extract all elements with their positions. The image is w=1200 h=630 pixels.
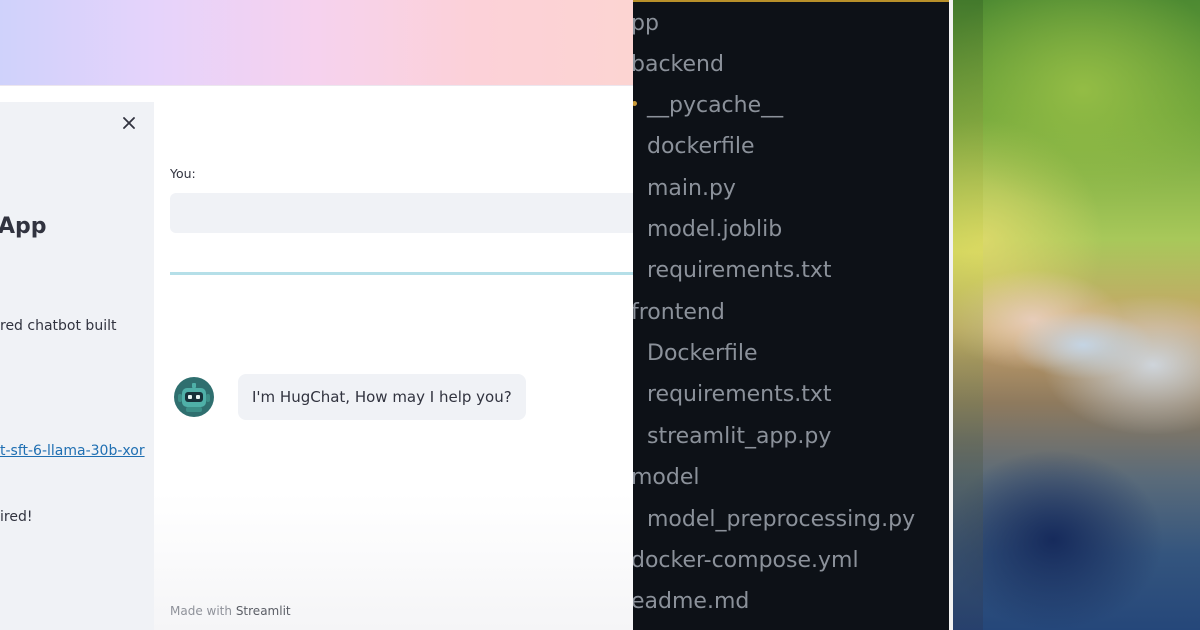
bot-message: I'm HugChat, How may I help you? <box>238 374 526 420</box>
model-link[interactable]: t-sft-6-llama-30b-xor <box>0 443 145 459</box>
sidebar-footer-text: ired! <box>0 509 33 525</box>
tree-item-root[interactable]: pp <box>633 10 659 38</box>
tree-item-pycache[interactable]: __pycache__ <box>647 92 783 120</box>
header-banner <box>0 0 633 86</box>
sidebar-close-button[interactable] <box>118 112 140 134</box>
tree-item-model-preprocessing[interactable]: model_preprocessing.py <box>647 506 915 534</box>
main-content: You: I'm HugChat, How may I help you? Ma… <box>154 102 633 630</box>
streamlit-link[interactable]: Streamlit <box>236 604 291 618</box>
close-icon <box>123 117 135 129</box>
footer-prefix: Made with <box>170 604 232 618</box>
nature-photo <box>953 0 1200 630</box>
streamlit-app-panel: App red chatbot built t-sft-6-llama-30b-… <box>0 0 633 630</box>
robot-icon <box>174 377 214 417</box>
sidebar-title: App <box>0 214 47 239</box>
file-tree: pp backend __pycache__ dockerfile main.p… <box>633 0 949 630</box>
tree-item-dockerfile[interactable]: dockerfile <box>647 133 755 161</box>
tree-item-docker-compose[interactable]: docker-compose.yml <box>633 547 859 575</box>
chat-input[interactable] <box>170 193 633 233</box>
tree-item-model-joblib[interactable]: model.joblib <box>647 216 782 244</box>
tree-item-model[interactable]: model <box>633 464 700 492</box>
tree-item-frontend[interactable]: frontend <box>633 299 725 327</box>
tree-item-requirements-frontend[interactable]: requirements.txt <box>647 381 831 409</box>
sidebar: App red chatbot built t-sft-6-llama-30b-… <box>0 102 154 630</box>
progress-divider <box>170 272 633 275</box>
tree-item-dockerfile-frontend[interactable]: Dockerfile <box>647 340 758 368</box>
footer: Made with Streamlit <box>170 604 291 618</box>
tree-item-streamlit-app-py[interactable]: streamlit_app.py <box>647 423 831 451</box>
tree-item-requirements-backend[interactable]: requirements.txt <box>647 257 831 285</box>
tree-modified-marker <box>633 101 637 106</box>
tree-item-backend[interactable]: backend <box>633 51 724 79</box>
tree-item-main-py[interactable]: main.py <box>647 175 736 203</box>
input-label: You: <box>170 166 196 181</box>
sidebar-about-text: red chatbot built <box>0 318 117 334</box>
tree-item-readme[interactable]: eadme.md <box>633 588 749 616</box>
photo-edge-shade <box>953 0 983 630</box>
